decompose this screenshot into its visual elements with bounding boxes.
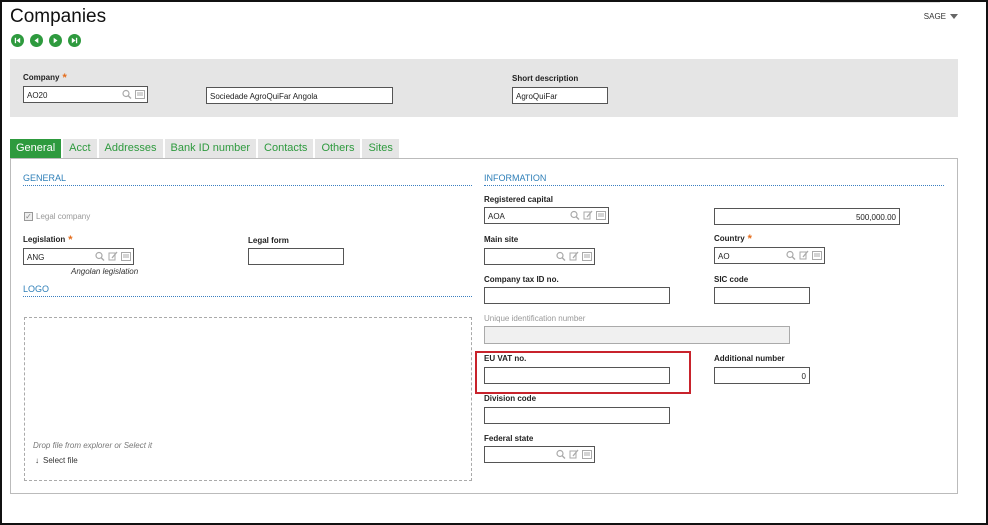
country-field[interactable]: AO <box>714 247 825 264</box>
legal-form-label: Legal form <box>248 236 289 245</box>
additional-number-field[interactable]: 0 <box>714 367 810 384</box>
main-site-field[interactable] <box>484 248 595 265</box>
tab-acct[interactable]: Acct <box>63 139 97 158</box>
select-file-label: Select file <box>43 456 78 465</box>
edit-icon[interactable] <box>108 251 118 262</box>
drop-hint: Drop file from explorer or Select it <box>33 441 153 450</box>
general-section-title: GENERAL <box>23 173 67 183</box>
search-icon[interactable] <box>570 210 580 221</box>
search-icon[interactable] <box>122 89 132 100</box>
country-value: AO <box>718 252 730 261</box>
user-menu[interactable]: SAGE <box>924 12 958 21</box>
edit-icon[interactable] <box>799 250 809 261</box>
eu-vat-highlight <box>475 351 691 394</box>
download-arrow-icon: ↓ <box>35 456 39 465</box>
registered-capital-amount-field[interactable]: 500,000.00 <box>714 208 900 225</box>
federal-state-label: Federal state <box>484 434 534 443</box>
legislation-label: Legislation * <box>23 234 73 246</box>
required-icon: * <box>62 72 67 84</box>
legal-company-checkbox[interactable]: ✓ <box>24 212 33 221</box>
company-value: AO20 <box>27 91 48 100</box>
edit-icon[interactable] <box>569 449 579 460</box>
details-icon[interactable] <box>135 89 145 100</box>
required-icon: * <box>68 234 73 246</box>
edit-icon[interactable] <box>583 210 593 221</box>
tab-others[interactable]: Others <box>315 139 361 158</box>
information-section-divider <box>484 185 944 186</box>
division-code-label: Division code <box>484 394 537 403</box>
division-code-field[interactable] <box>484 407 670 424</box>
tab-general[interactable]: General <box>10 139 62 158</box>
tab-contacts[interactable]: Contacts <box>258 139 314 158</box>
legislation-field[interactable]: ANG <box>23 248 134 265</box>
company-tax-id-field[interactable] <box>484 287 670 304</box>
search-icon[interactable] <box>95 251 105 262</box>
last-record-icon[interactable] <box>68 34 81 47</box>
legal-form-field[interactable] <box>248 248 344 265</box>
page-title: Companies <box>10 6 107 27</box>
registered-capital-currency-value: AOA <box>488 212 505 221</box>
previous-record-icon[interactable] <box>30 34 43 47</box>
next-record-icon[interactable] <box>49 34 62 47</box>
edit-icon[interactable] <box>569 251 579 262</box>
unique-id-label: Unique identification number <box>484 314 586 323</box>
information-section-title: INFORMATION <box>484 173 547 183</box>
logo-dropzone[interactable] <box>24 317 472 481</box>
main-site-label: Main site <box>484 235 519 244</box>
tab-bank-id-number[interactable]: Bank ID number <box>164 139 257 158</box>
first-record-icon[interactable] <box>11 34 24 47</box>
sic-code-field[interactable] <box>714 287 810 304</box>
logo-section-title: LOGO <box>23 284 50 294</box>
top-divider <box>820 2 940 3</box>
additional-number-label: Additional number <box>714 354 785 363</box>
user-menu-label: SAGE <box>923 12 946 21</box>
details-icon[interactable] <box>121 251 131 262</box>
short-description-label: Short description <box>512 74 579 83</box>
general-section-divider <box>23 185 472 186</box>
details-icon[interactable] <box>812 250 822 261</box>
federal-state-field[interactable] <box>484 446 595 463</box>
short-description-field[interactable]: AgroQuiFar <box>512 87 608 104</box>
search-icon[interactable] <box>556 449 566 460</box>
header-panel <box>10 59 958 117</box>
chevron-down-icon <box>950 14 958 20</box>
unique-id-field <box>484 326 790 344</box>
legislation-value: ANG <box>27 253 45 262</box>
required-icon: * <box>747 233 752 245</box>
country-label: Country * <box>714 233 752 245</box>
legal-company-label: Legal company <box>36 212 91 221</box>
registered-capital-label: Registered capital <box>484 195 553 204</box>
company-name-field[interactable]: Sociedade AgroQuiFar Angola <box>206 87 393 104</box>
company-field[interactable]: AO20 <box>23 86 148 103</box>
company-label: Company * <box>23 72 67 84</box>
details-icon[interactable] <box>596 210 606 221</box>
logo-section-divider <box>23 296 472 297</box>
search-icon[interactable] <box>556 251 566 262</box>
tab-addresses[interactable]: Addresses <box>98 139 163 158</box>
legislation-note: Angolan legislation <box>71 267 139 276</box>
tab-sites[interactable]: Sites <box>362 139 399 158</box>
company-tax-id-label: Company tax ID no. <box>484 275 559 284</box>
sic-code-label: SIC code <box>714 275 749 284</box>
details-icon[interactable] <box>582 449 592 460</box>
registered-capital-currency-field[interactable]: AOA <box>484 207 609 224</box>
select-file-button[interactable]: ↓ Select file <box>35 456 78 465</box>
search-icon[interactable] <box>786 250 796 261</box>
tab-bar: General Acct Addresses Bank ID number Co… <box>10 139 399 158</box>
details-icon[interactable] <box>582 251 592 262</box>
